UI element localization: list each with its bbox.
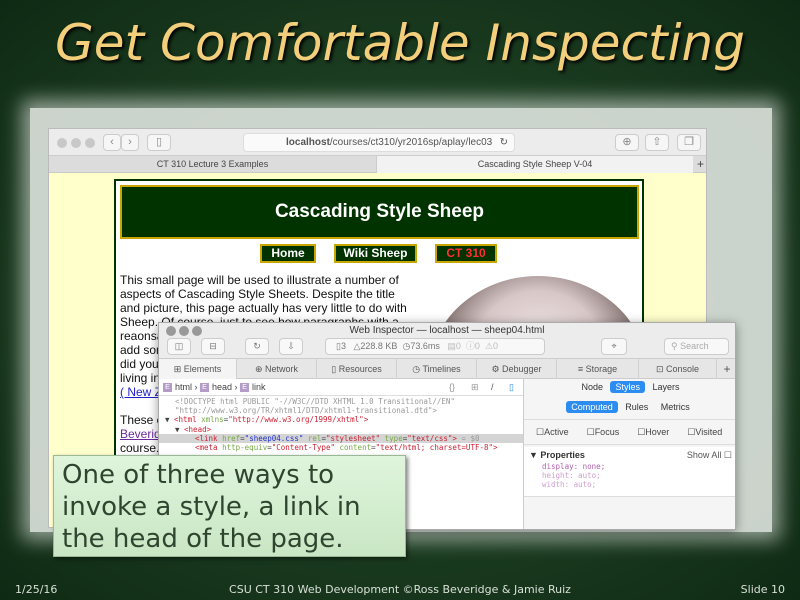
pencil-icon[interactable]: / — [491, 379, 494, 396]
dom-doctype-cont: "http://www.w3.org/TR/xhtml1/DTD/xhtml1-… — [175, 406, 437, 416]
add-tab-icon[interactable]: + — [717, 359, 735, 379]
downloads-icon[interactable]: ⊕ — [615, 134, 639, 151]
nav-wiki-sheep[interactable]: Wiki Sheep — [334, 244, 417, 263]
inspector-title: Web Inspector — localhost — sheep04.html — [349, 325, 545, 336]
text-line: aspects of Cascading Style Sheets. Despi… — [120, 287, 395, 301]
forward-icon[interactable]: › — [121, 134, 139, 151]
tab-computed[interactable]: Computed — [566, 401, 618, 413]
tab-storage[interactable]: ≡ Storage — [557, 359, 639, 379]
element-icon: E — [163, 383, 172, 393]
show-all-checkbox[interactable]: Show All ☐ — [687, 450, 732, 461]
braces-icon[interactable]: {} — [449, 379, 455, 396]
browser-tab-bar: CT 310 Lecture 3 Examples Cascading Styl… — [49, 156, 706, 173]
dom-html[interactable]: ▼ <html xmlns="http://www.w3.org/1999/xh… — [159, 415, 523, 424]
dock-side-icon[interactable]: ◫ — [167, 338, 191, 355]
tab-resources[interactable]: ▯ Resources — [317, 359, 397, 379]
search-placeholder: Search — [680, 341, 709, 351]
tab-timelines[interactable]: ◷ Timelines — [397, 359, 477, 379]
url-host: localhost — [286, 137, 330, 148]
dom-meta[interactable]: <meta http-equiv="Content-Type" content=… — [159, 443, 523, 452]
log-icon: ▤ — [447, 341, 456, 351]
slide-title: Get Comfortable Inspecting — [55, 14, 745, 72]
dock-bottom-icon[interactable]: ⊟ — [201, 338, 225, 355]
crumb-head[interactable]: head — [212, 382, 232, 392]
minimize-button[interactable] — [71, 138, 81, 148]
address-bar[interactable]: localhost/courses/ct310/yr2016sp/aplay/l… — [243, 133, 515, 152]
footer-slide-number: Slide 10 — [740, 583, 785, 596]
text-line: and picture, this page actually has very… — [120, 301, 407, 315]
inspector-tabs: ⊞ Elements ⊕ Network ▯ Resources ◷ Timel… — [159, 359, 735, 379]
crumb-html[interactable]: html — [175, 382, 192, 392]
tab-network[interactable]: ⊕ Network — [237, 359, 317, 379]
activity-stats: ▯3 △228.8 KB ◷73.6ms ▤0 ⓘ0 ⚠0 — [325, 338, 545, 355]
element-icon: E — [240, 383, 250, 393]
visited-checkbox[interactable]: ☐Visited — [687, 427, 722, 437]
sidebar-toggle-icon[interactable]: ▯ — [509, 379, 514, 396]
load-time: 73.6ms — [410, 341, 440, 351]
properties-header[interactable]: ▼ Properties — [529, 450, 585, 460]
error-icon: ⓘ — [465, 341, 475, 351]
callout-box: One of three ways to invoke a style, a l… — [53, 455, 406, 557]
tab-metrics[interactable]: Metrics — [656, 401, 695, 413]
tab-sheep[interactable]: Cascading Style Sheep V-04 — [377, 156, 693, 173]
dom-link-selected[interactable]: <link href="sheep04.css" rel="stylesheet… — [159, 433, 523, 444]
property-width: width: auto; — [542, 480, 597, 489]
properties-section: ▼ Properties Show All ☐ display: none; h… — [524, 447, 735, 497]
url-path: /courses/ct310/yr2016sp/aplay/lec03 — [329, 137, 493, 148]
pseudo-state-toggles: ☐Active ☐Focus ☐Hover ☐Visited — [524, 419, 735, 445]
tabs-icon[interactable]: ❐ — [677, 134, 701, 151]
tab-rules[interactable]: Rules — [620, 401, 653, 413]
browser-toolbar: ‹ › ▯ localhost/courses/ct310/yr2016sp/a… — [49, 129, 706, 156]
dom-head[interactable]: ▼ <head> — [159, 425, 523, 434]
tab-layers[interactable]: Layers — [648, 381, 685, 393]
tab-node[interactable]: Node — [576, 381, 608, 393]
focus-checkbox[interactable]: ☐Focus — [587, 427, 620, 437]
resource-size: 228.8 KB — [360, 341, 398, 351]
tab-styles[interactable]: Styles — [610, 381, 645, 393]
reload-icon[interactable]: ↻ — [245, 338, 269, 355]
property-height: height: auto; — [542, 471, 601, 480]
search-input[interactable]: ⚲ Search — [664, 338, 729, 355]
crumb-link[interactable]: link — [252, 382, 266, 392]
close-button[interactable] — [57, 138, 67, 148]
styles-sidebar: Node Styles Layers Computed Rules Metric… — [523, 379, 735, 529]
share-icon[interactable]: ⇧ — [645, 134, 669, 151]
footer-credit: CSU CT 310 Web Development ©Ross Beverid… — [229, 583, 571, 596]
nav-ct310[interactable]: CT 310 — [435, 244, 497, 263]
tab-console[interactable]: ⊡ Console — [639, 359, 717, 379]
inspector-toolbar: Web Inspector — localhost — sheep04.html… — [159, 323, 735, 359]
tab-debugger[interactable]: ⚙ Debugger — [477, 359, 557, 379]
dom-tree: <!DOCTYPE html PUBLIC "-//W3C//DTD XHTML… — [159, 397, 523, 452]
new-zealand-link[interactable]: ( New Z — [120, 385, 162, 399]
grid-icon[interactable]: ⊞ — [471, 379, 479, 396]
element-icon: E — [200, 383, 210, 393]
tab-lecture-examples[interactable]: CT 310 Lecture 3 Examples — [49, 156, 377, 173]
dom-doctype[interactable]: <!DOCTYPE html PUBLIC "-//W3C//DTD XHTML… — [159, 397, 523, 406]
page-heading: Cascading Style Sheep — [120, 185, 639, 239]
nav-home[interactable]: Home — [260, 244, 316, 263]
tab-elements[interactable]: ⊞ Elements — [159, 359, 237, 379]
hover-checkbox[interactable]: ☐Hover — [637, 427, 669, 437]
sidebar-icon[interactable]: ▯ — [147, 134, 171, 151]
log-count: 0 — [455, 341, 461, 351]
property-display: display: none; — [542, 462, 606, 471]
reload-icon[interactable]: ↻ — [500, 134, 508, 151]
target-icon[interactable]: ⌖ — [601, 338, 627, 355]
warning-icon: ⚠ — [484, 341, 494, 351]
resource-count: 3 — [340, 341, 346, 351]
error-count: 0 — [474, 341, 480, 351]
warning-count: 0 — [493, 341, 499, 351]
download-icon[interactable]: ⇩ — [279, 338, 303, 355]
breadcrumb: Ehtml › Ehead › Elink {} ⊞ / ▯ — [159, 379, 523, 396]
active-checkbox[interactable]: ☐Active — [536, 427, 569, 437]
new-tab-button[interactable]: + — [693, 156, 706, 173]
zoom-button[interactable] — [85, 138, 95, 148]
text-line: This small page will be used to illustra… — [120, 273, 399, 287]
back-icon[interactable]: ‹ — [103, 134, 121, 151]
